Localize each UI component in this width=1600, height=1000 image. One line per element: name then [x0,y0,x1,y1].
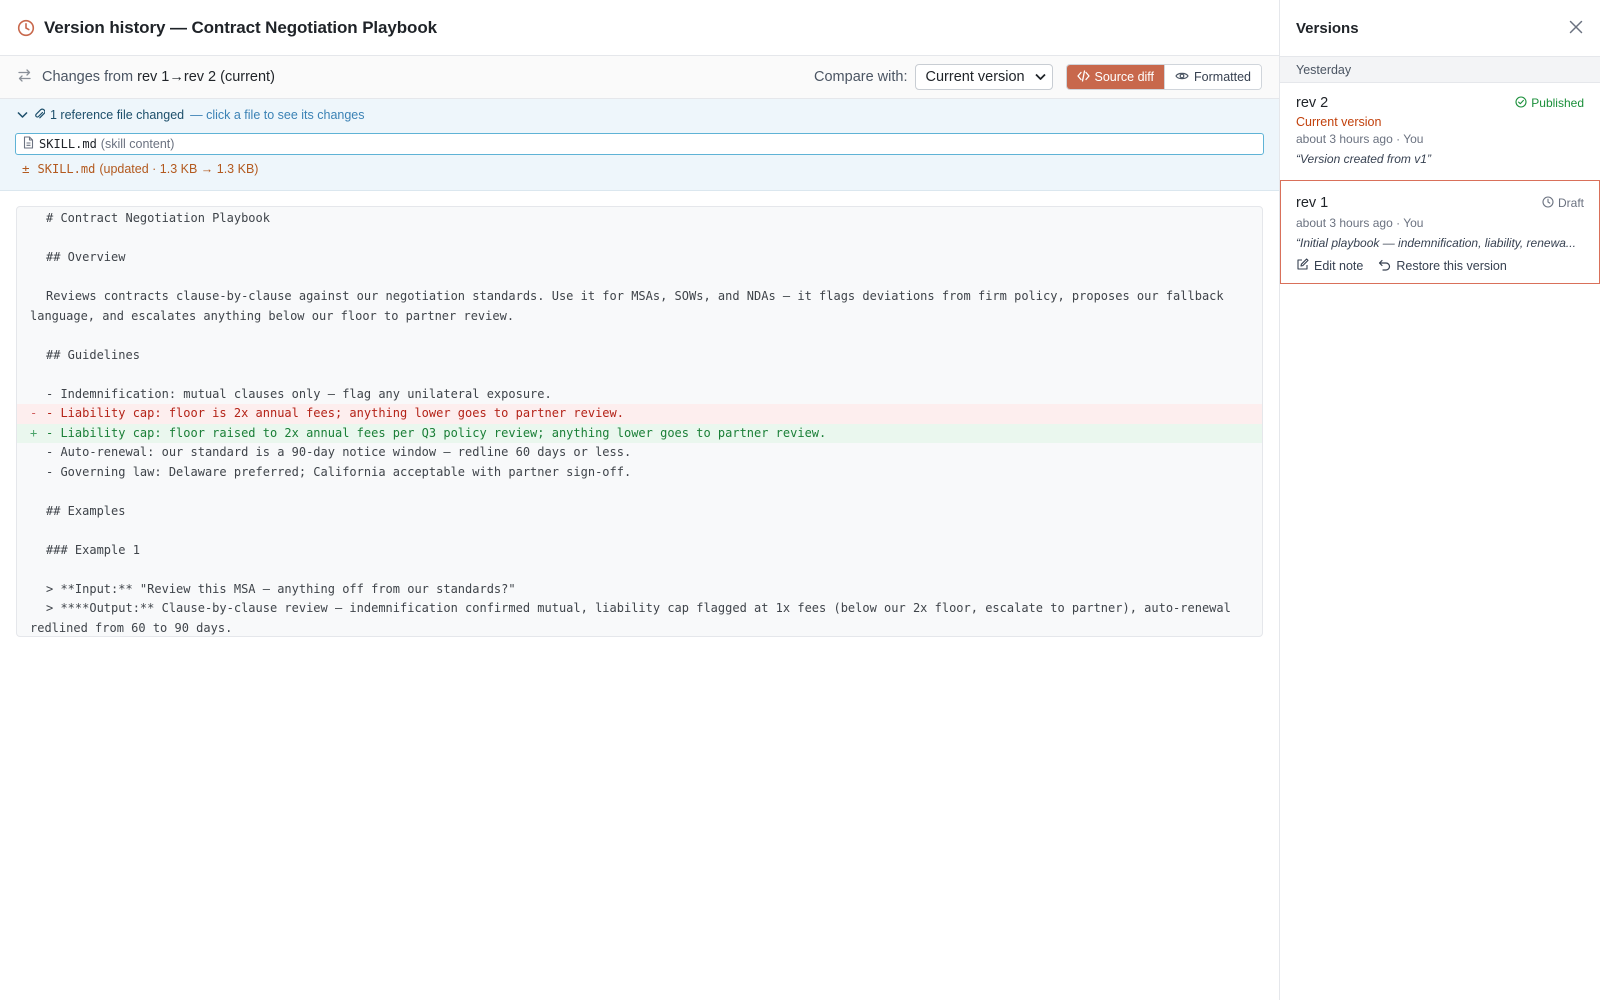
status-label: Draft [1557,196,1584,210]
reference-files-section: 1 reference file changed — click a file … [0,99,1279,191]
diff-line: ### Example 1 [17,541,1262,561]
diff-line [17,365,1262,385]
version-item-rev-2[interactable]: rev 2 Published Current version about 3 … [1280,83,1600,180]
diff-line: Reviews contracts clause-by-clause again… [17,287,1262,326]
changes-summary: Changes from rev 1→rev 2 (current) [42,69,275,85]
changes-prefix: Changes from [42,69,134,85]
diff-line-text: - Indemnification: mutual clauses only —… [46,386,552,401]
diff-line-text: > ****Output:** Clause-by-clause review … [30,601,1239,635]
diff-line: ## Guidelines [17,346,1262,366]
diff-line-text: - Governing law: Delaware preferred; Cal… [46,464,632,479]
chevron-down-icon [17,108,28,122]
compare-label: Compare with: [814,69,908,85]
swap-icon [17,68,32,86]
clock-icon [1542,195,1554,211]
stat-detail: (updated · 1.3 KB → 1.3 KB) [99,161,259,176]
diff-line: ## Examples [17,502,1262,522]
diff-line [17,229,1262,249]
file-icon [23,136,34,152]
diff-view: Version history — Contract Negotiation P… [0,0,1279,1000]
diff-line [17,268,1262,288]
diff-line: # Contract Negotiation Playbook [17,209,1262,229]
paperclip-icon [34,107,46,123]
diff-line: - Auto-renewal: our standard is a 90-day… [17,443,1262,463]
to-revision: rev 2 (current) [183,69,275,85]
title-bar: Version history — Contract Negotiation P… [0,0,1279,56]
check-circle-icon [1515,95,1527,111]
diff-line-text: ### Example 1 [46,542,140,557]
diff-line: - Governing law: Delaware preferred; Cal… [17,463,1262,483]
undo-icon [1378,259,1391,274]
restore-version-label: Restore this version [1396,259,1507,273]
diff-marker: - [30,406,38,420]
diff-line [17,326,1262,346]
source-diff-panel: # Contract Negotiation Playbook ## Overvi… [16,206,1263,637]
eye-icon [1175,70,1189,85]
arrow-icon: → [169,69,184,85]
versions-panel: Versions Yesterday rev 2 Published Curre… [1280,0,1600,1000]
diff-line-text: - Liability cap: floor raised to 2x annu… [46,425,827,440]
chevron-down-icon [1034,69,1046,85]
source-diff-button[interactable]: Source diff [1066,65,1165,89]
edit-icon [1296,258,1309,274]
file-item-skill-md[interactable]: SKILL.md (skill content) [15,133,1264,155]
stat-file-name: SKILL.md [37,161,96,176]
version-name: rev 1 [1296,195,1329,211]
code-icon [1076,69,1090,85]
page-title: Version history — Contract Negotiation P… [44,17,437,37]
version-item-rev-1[interactable]: rev 1 Draft about 3 hours ago · You “Ini… [1280,180,1600,284]
version-note: “Initial playbook — indemnification, lia… [1296,236,1576,250]
source-diff-label: Source diff [1094,70,1155,84]
compare-select[interactable]: Current version [914,64,1053,90]
version-meta: about 3 hours ago · You [1296,132,1424,146]
file-description: (skill content) [100,137,175,151]
edit-note-label: Edit note [1314,259,1364,273]
diff-line-removed: -- Liability cap: floor is 2x annual fee… [17,404,1262,424]
compare-select-value: Current version [925,69,1025,85]
diff-line-text: ## Guidelines [46,347,140,362]
view-mode-toggle: Source diff Formatted [1065,64,1262,90]
close-icon[interactable] [1569,20,1583,37]
status-badge: Draft [1542,195,1584,211]
reference-hint: — click a file to see its changes [190,107,365,122]
current-version-label: Current version [1296,115,1382,129]
reference-count: 1 reference file changed [50,107,185,122]
status-label: Published [1531,96,1584,110]
edit-note-button[interactable]: Edit note [1296,258,1363,274]
diff-line-text: - Liability cap: floor is 2x annual fees… [46,406,624,420]
version-meta: about 3 hours ago · You [1296,216,1424,230]
file-change-stat: ± SKILL.md (updated · 1.3 KB → 1.3 KB) [15,161,1264,176]
changes-bar: Changes from rev 1→rev 2 (current) Compa… [0,56,1279,99]
formatted-button[interactable]: Formatted [1164,65,1261,89]
from-revision: rev 1 [137,69,170,85]
version-actions: Edit note Restore this version [1296,258,1584,274]
diff-line-text: - Auto-renewal: our standard is a 90-day… [46,445,632,459]
diff-line: ## Overview [17,248,1262,268]
diff-line-text: ## Examples [46,503,126,518]
diff-marker: + [30,425,38,440]
diff-line [17,482,1262,502]
version-group-header: Yesterday [1280,56,1600,83]
versions-header: Versions [1280,0,1600,56]
diff-line [17,560,1262,580]
diff-line: > **Input:** "Review this MSA — anything… [17,580,1262,600]
diff-line-text: # Contract Negotiation Playbook [46,211,270,225]
restore-version-button[interactable]: Restore this version [1378,258,1507,274]
diff-line [17,521,1262,541]
clock-icon [17,19,35,37]
diff-line-text: Reviews contracts clause-by-clause again… [30,289,1231,323]
modified-marker: ± [22,161,30,176]
status-badge: Published [1515,95,1584,111]
diff-line-text: > **Input:** "Review this MSA — anything… [46,581,516,596]
version-note: “Version created from v1” [1296,152,1431,166]
version-name: rev 2 [1296,95,1329,111]
diff-line-text: ## Overview [46,250,126,264]
file-name: SKILL.md [39,137,97,151]
formatted-label: Formatted [1194,70,1251,84]
diff-line-added: + - Liability cap: floor raised to 2x ann… [17,423,1262,443]
diff-line: - Indemnification: mutual clauses only —… [17,385,1262,405]
versions-title: Versions [1296,19,1359,37]
reference-toggle[interactable]: 1 reference file changed — click a file … [15,107,1264,122]
diff-line: > ****Output:** Clause-by-clause review … [17,599,1262,636]
